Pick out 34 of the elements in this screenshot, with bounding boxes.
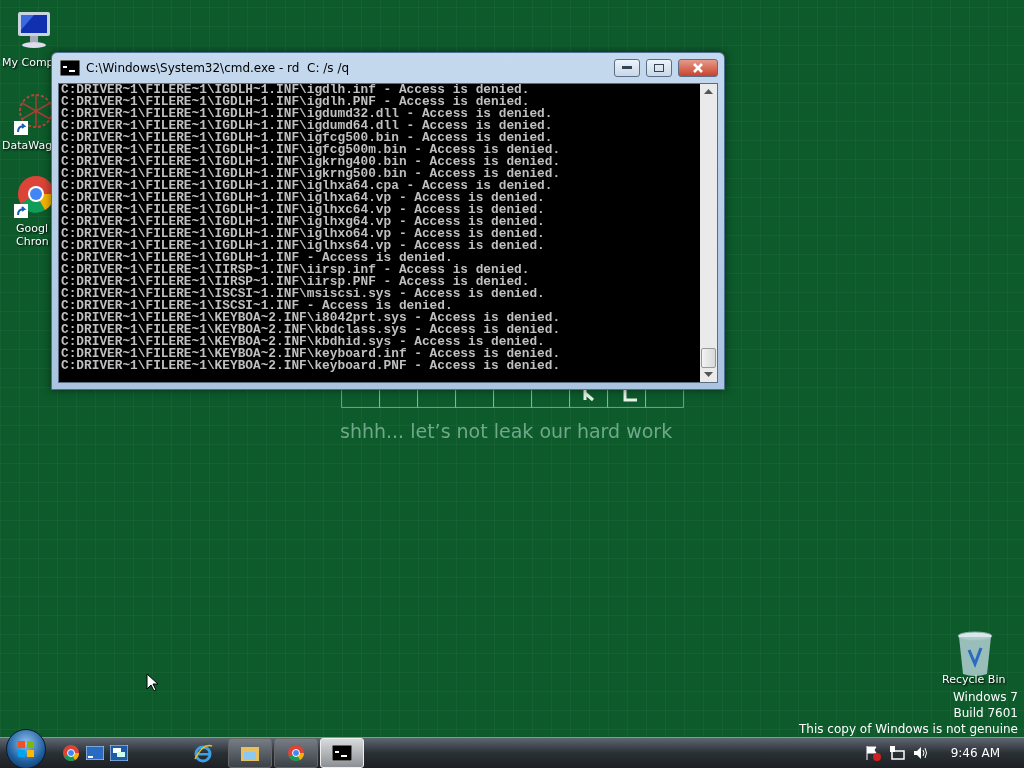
tagline: shhh... let’s not leak our hard work: [340, 420, 673, 442]
console-line: C:DRIVER~1\FILERE~1\ISCSI~1.INF\msiscsi.sys - Access is denied.: [61, 288, 546, 300]
desktop-icon-label[interactable]: Googl: [16, 222, 49, 235]
console-line: C:DRIVER~1\FILERE~1\IGDLH~1.INF\igdumd64.dll - Access is denied.: [61, 120, 554, 132]
console-line: C:DRIVER~1\FILERE~1\IGDLH~1.INF\iglhxa64.vp - Access is denied.: [61, 192, 546, 204]
console-line: C:DRIVER~1\FILERE~1\IGDLH~1.INF\iglhxs64.vp - Access is denied.: [61, 240, 546, 252]
watermark-text: Windows 7: [953, 689, 1018, 705]
console-line: C:DRIVER~1\FILERE~1\IGDLH~1.INF\iglhxg64.vp - Access is denied.: [61, 216, 546, 228]
console-line: C:DRIVER~1\FILERE~1\KEYBOA~2.INF\kbdhid.sys - Access is denied.: [61, 336, 545, 348]
console-line: C:DRIVER~1\FILERE~1\KEYBOA~2.INF\kbdclass.sys - Access is denied.: [61, 324, 562, 336]
desktop-icon-label[interactable]: DataWag: [2, 139, 53, 152]
desktop-icon-label[interactable]: Chron: [16, 235, 49, 248]
console-line: C:DRIVER~1\FILERE~1\IGDLH~1.INF\igkrng400.bin - Access is denied.: [61, 156, 562, 168]
console-line: C:DRIVER~1\FILERE~1\KEYBOA~2.INF\keyboard.inf - Access is denied.: [61, 348, 562, 360]
console-line: C:DRIVER~1\FILERE~1\IGDLH~1.INF - Access is denied.: [61, 252, 453, 264]
clock[interactable]: 9:46 AM: [950, 746, 1000, 760]
watermark-text: Build 7601: [953, 705, 1018, 721]
console-line: C:DRIVER~1\FILERE~1\IGDLH~1.INF\igdlh.inf - Access is denied.: [61, 84, 531, 96]
console-line: C:DRIVER~1\FILERE~1\IIRSP~1.INF\iirsp.inf - Access is denied.: [61, 264, 531, 276]
console-line: C:DRIVER~1\FILERE~1\IGDLH~1.INF\igfcg500.bin - Access is denied.: [61, 132, 553, 144]
console-line: C:DRIVER~1\FILERE~1\KEYBOA~2.INF\i8042prt.sys - Access is denied.: [61, 312, 562, 324]
console-line: C:DRIVER~1\FILERE~1\IGDLH~1.INF\iglhxo64.vp - Access is denied.: [61, 228, 546, 240]
console-line: C:DRIVER~1\FILERE~1\IGDLH~1.INF\igfcg500m.bin - Access is denied.: [61, 144, 562, 156]
console-line: C:DRIVER~1\FILERE~1\IGDLH~1.INF\igdumd32.dll - Access is denied.: [61, 108, 554, 120]
console-line: C:DRIVER~1\FILERE~1\IGDLH~1.INF\igkrng500.bin - Access is denied.: [61, 168, 562, 180]
console-line: C:DRIVER~1\FILERE~1\IIRSP~1.INF\iirsp.PNF - Access is denied.: [61, 276, 530, 288]
console-line: C:DRIVER~1\FILERE~1\IGDLH~1.INF\iglhxc64.vp - Access is denied.: [61, 204, 546, 216]
recycle-bin-label[interactable]: Recycle Bin: [942, 673, 1006, 687]
window-title: C:\Windows\System32\cmd.exe - rd C: /s /q: [86, 61, 351, 75]
console-line: C:DRIVER~1\FILERE~1\ISCSI~1.INF - Access is denied.: [61, 300, 453, 312]
console-line: C:DRIVER~1\FILERE~1\IGDLH~1.INF\iglhxa64.cpa - Access is denied.: [61, 180, 554, 192]
watermark-text: This copy of Windows is not genuine: [799, 721, 1018, 737]
console-line: C:DRIVER~1\FILERE~1\KEYBOA~2.INF\keyboard.PNF - Access is denied.: [61, 360, 562, 372]
console-line: C:DRIVER~1\FILERE~1\IGDLH~1.INF\igdlh.PNF - Access is denied.: [61, 96, 530, 108]
